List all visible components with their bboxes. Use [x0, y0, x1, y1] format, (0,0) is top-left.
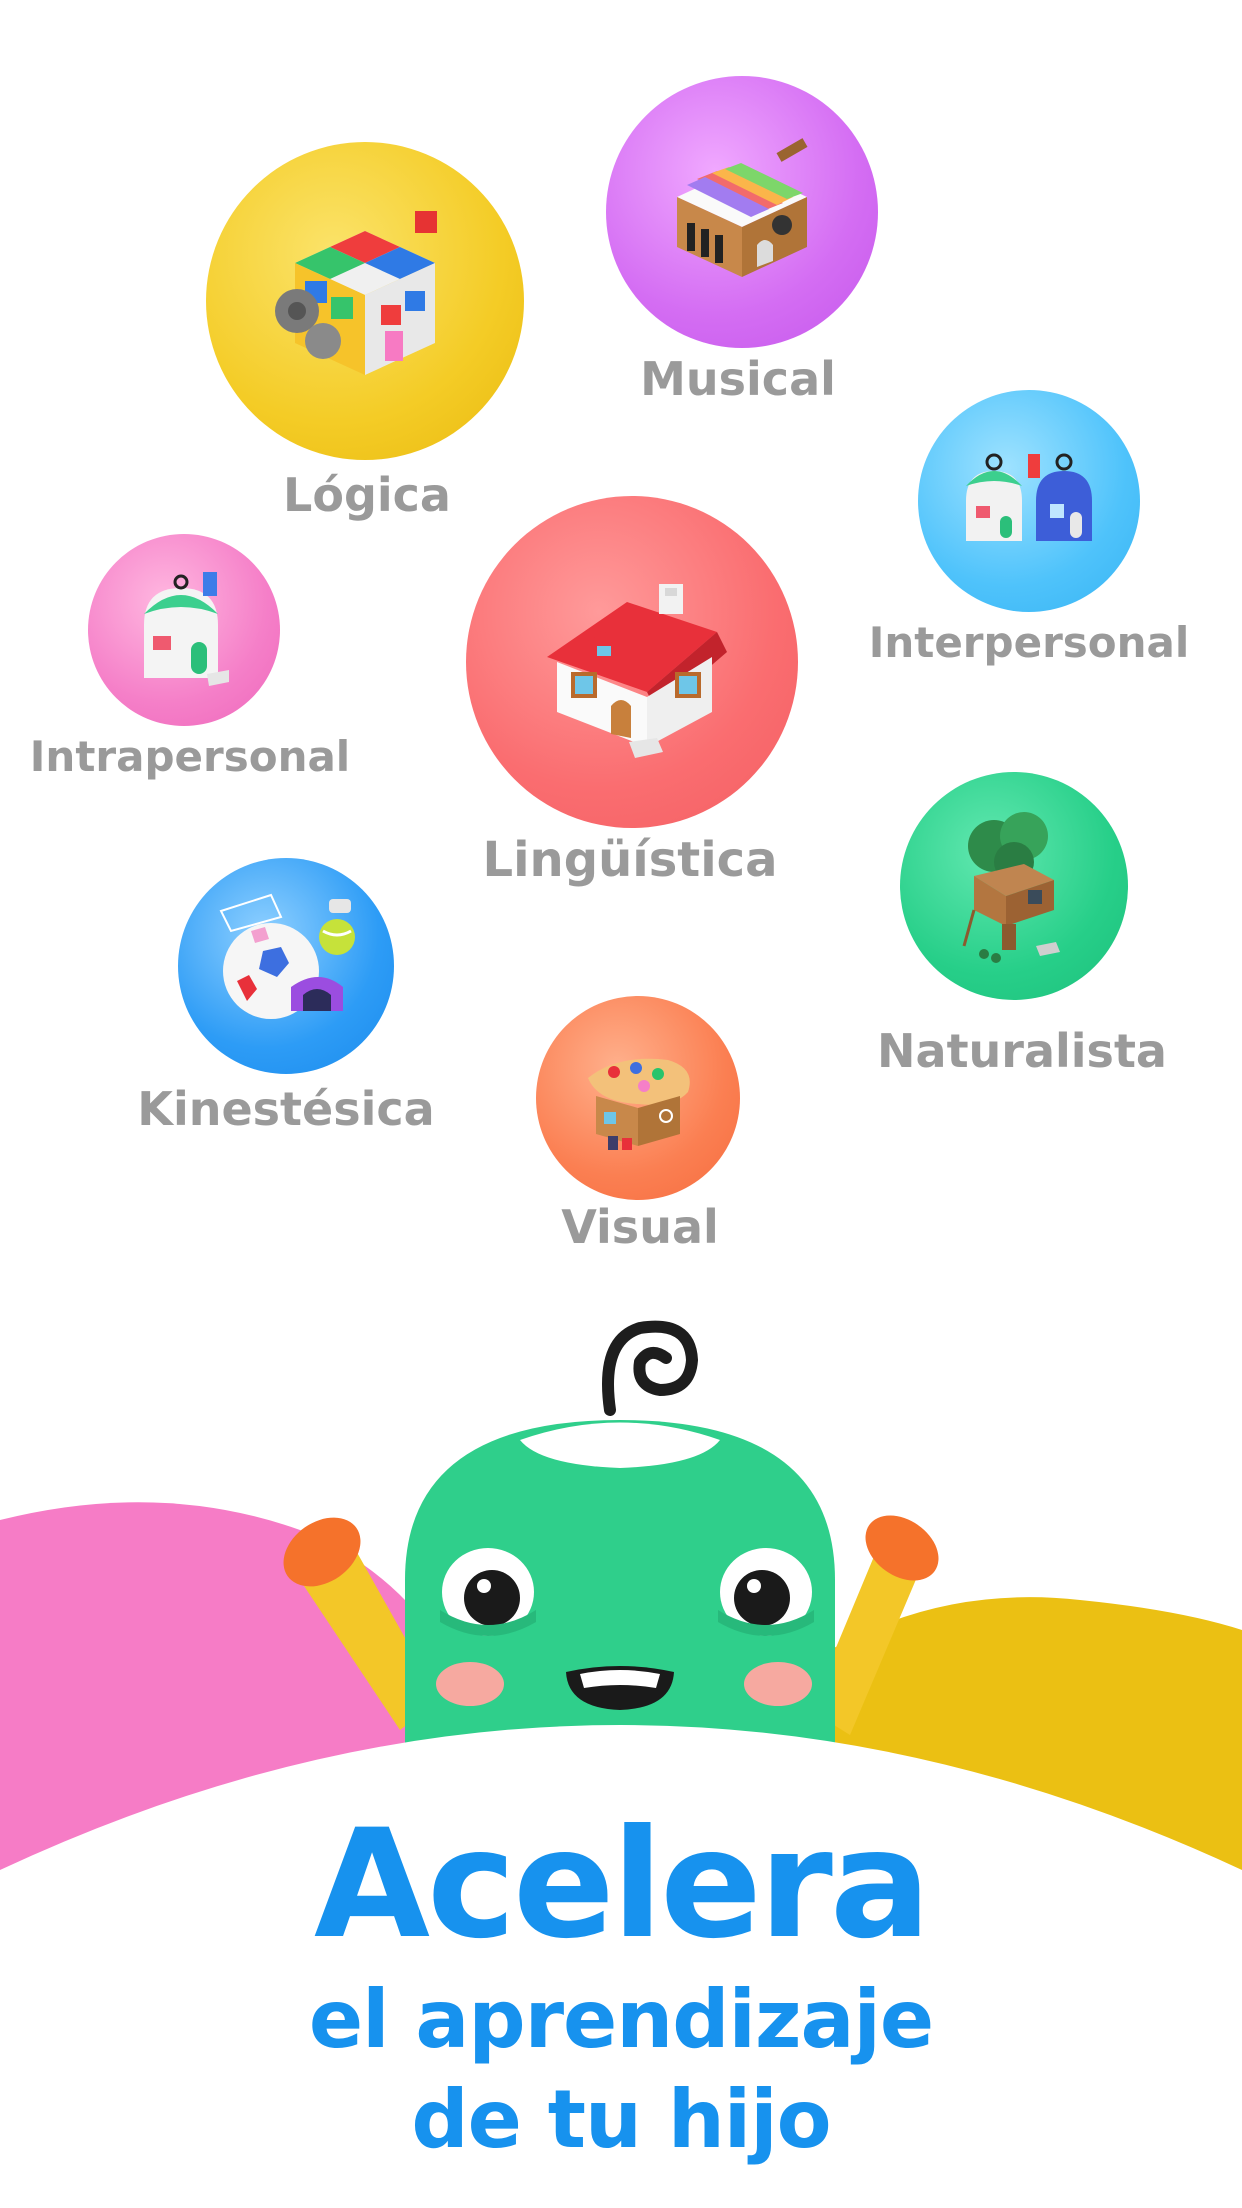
- category-logica-bubble[interactable]: [206, 142, 524, 460]
- headline: Acelera el aprendizaje de tu hijo: [0, 1800, 1242, 2170]
- category-interpersonal-bubble[interactable]: [918, 390, 1140, 612]
- headline-line-1: Acelera: [313, 1798, 931, 1972]
- category-linguistica-label: Lingüística: [482, 832, 778, 888]
- category-kinestesica-label: Kinestésica: [137, 1082, 435, 1136]
- soccer-ball-house-icon: [219, 893, 355, 1019]
- rubik-cube-house-icon: [275, 211, 437, 375]
- paint-palette-house-icon: [588, 1058, 690, 1150]
- category-musical-label: Musical: [640, 352, 836, 406]
- twin-houses-icon: [966, 453, 1092, 541]
- category-visual-bubble[interactable]: [536, 996, 740, 1200]
- category-logica-label: Lógica: [283, 468, 451, 522]
- category-interpersonal-label: Interpersonal: [868, 618, 1190, 667]
- category-linguistica-bubble[interactable]: [466, 496, 798, 828]
- red-roof-house-icon: [547, 584, 727, 758]
- app-screen: Lógica Musical Interpersonal Intraperson…: [0, 0, 1242, 2208]
- headline-line-3: de tu hijo: [411, 2073, 831, 2166]
- tree-house-icon: [962, 812, 1060, 963]
- category-naturalista-label: Naturalista: [877, 1024, 1167, 1078]
- category-visual-label: Visual: [561, 1200, 719, 1254]
- headline-line-2: el aprendizaje: [308, 1973, 934, 2066]
- category-intrapersonal-bubble[interactable]: [88, 534, 280, 726]
- category-kinestesica-bubble[interactable]: [178, 858, 394, 1074]
- xylophone-house-icon: [677, 138, 808, 277]
- category-naturalista-bubble[interactable]: [900, 772, 1128, 1000]
- single-hut-icon: [144, 572, 229, 686]
- category-intrapersonal-label: Intrapersonal: [29, 732, 351, 781]
- category-musical-bubble[interactable]: [606, 76, 878, 348]
